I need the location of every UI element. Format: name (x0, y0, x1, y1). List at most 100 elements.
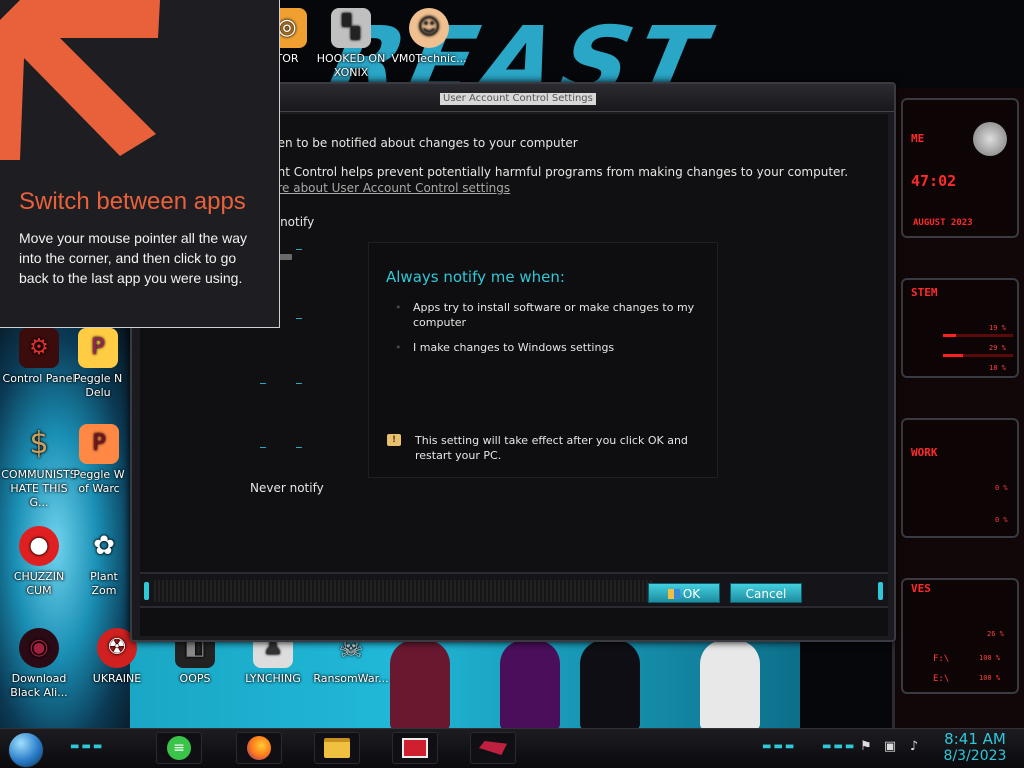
flag-icon[interactable]: ⚑ (858, 739, 874, 755)
chat-icon: ≡ (167, 736, 191, 760)
dialog-footer: OK Cancel (140, 572, 888, 608)
taskbar-news-app[interactable] (392, 732, 438, 764)
slider-tick (260, 447, 266, 448)
start-button[interactable] (8, 732, 44, 768)
game-icon: ▚ (331, 8, 371, 48)
uac-learn-more-link[interactable]: ore about User Account Control settings (270, 181, 510, 195)
cpu-value: 18 % (989, 364, 1006, 372)
ok-button[interactable]: OK (648, 583, 720, 603)
drive-value: 26 % (987, 630, 1004, 638)
desktop-icon-hooked-on-xonix[interactable]: ▚ HOOKED ON XONIX (312, 8, 390, 80)
network-label: WORK (911, 446, 938, 459)
drive-value: 100 % (979, 654, 1001, 662)
wallpaper-figure (700, 640, 760, 730)
money-bag-icon: $ (29, 426, 49, 461)
desktop-icon-label: Peggle W of Warc (73, 468, 125, 495)
desktop-icon-label: Plant Zom (90, 570, 118, 597)
desktop-icon-download-black-alien[interactable]: ◉ Download Black Ali... (0, 628, 78, 700)
clock-time[interactable]: 8:41 AM (935, 730, 1015, 748)
wallpaper-figure (580, 640, 640, 730)
network-icon[interactable]: ▣ (882, 739, 898, 755)
gadget-date: AUGUST 2023 (913, 218, 973, 228)
desktop-icon-label: CHUZZIN CUM (13, 570, 65, 597)
desktop-icon-label: OOPS (179, 672, 211, 685)
clock-date[interactable]: 8/3/2023 (935, 748, 1015, 764)
taskbar-decoration: ▬▬▬ (70, 741, 105, 752)
desktop-icon-communists[interactable]: $ COMMUNISTS HATE THIS G... (0, 424, 78, 510)
restart-info: ! This setting will take effect after yo… (387, 433, 707, 463)
alien-ship-icon (479, 741, 507, 755)
news-icon (402, 738, 428, 758)
cpu-bar (943, 334, 1013, 337)
notify-slider-track[interactable] (260, 249, 302, 464)
cpu-value: 19 % (989, 324, 1006, 332)
taskbar-decoration: ▬▬▬ (762, 741, 797, 752)
slider-tick (296, 447, 302, 448)
notify-title: Always notify me when: (386, 268, 565, 286)
wallpaper-figure (500, 640, 560, 730)
notify-slider-thumb[interactable] (278, 254, 292, 260)
peggle-icon: P (79, 424, 119, 464)
desktop-icon-label: COMMUNISTS HATE THIS G... (1, 468, 77, 509)
taskbar-decoration: ▬▬▬ (822, 741, 857, 752)
notify-item: Apps try to install software or make cha… (395, 300, 695, 330)
firefox-icon (247, 736, 271, 760)
info-icon: ! (387, 434, 401, 446)
wallpaper-figure (390, 640, 450, 730)
desktop-icon-label: HOOKED ON XONIX (316, 52, 386, 79)
desktop-icon-chuzzin[interactable]: ● CHUZZIN CUM (0, 526, 78, 598)
slider-tick (260, 383, 266, 384)
chuzzle-icon: ● (19, 526, 59, 566)
slider-tick (296, 249, 302, 250)
desktop-icon-label: Peggle N Delu (73, 372, 123, 399)
drives-panel: VES 26 % F:\ 100 % E:\ 100 % (901, 578, 1019, 694)
flower-icon: ✿ (93, 531, 115, 561)
gadget-time: 47:02 (911, 172, 957, 190)
taskbar-file-explorer[interactable] (314, 732, 360, 764)
drives-label: VES (911, 582, 931, 595)
desktop-icon-label: Download Black Ali... (10, 672, 68, 699)
control-panel-icon: ⚙ (19, 328, 59, 368)
taskbar-alien-app[interactable] (470, 732, 516, 764)
desktop-icon-plants-zombies[interactable]: ✿ Plant Zom (82, 526, 126, 598)
shield-icon (667, 589, 680, 599)
drive-name: E:\ (933, 674, 950, 684)
window-title: User Account Control Settings (440, 93, 596, 105)
folder-icon (324, 738, 350, 758)
desktop-icon-peggle-nights[interactable]: P Peggle N Delu (70, 328, 126, 400)
cancel-button[interactable]: Cancel (730, 583, 802, 603)
system-monitor-gadget: ME 47:02 AUGUST 2023 STEM 19 % 29 % 18 %… (892, 88, 1024, 728)
network-panel: WORK 0 % 0 % (901, 418, 1019, 538)
cpu-bar (943, 354, 1013, 357)
dialog-bottom-frame (140, 608, 888, 636)
volume-icon[interactable]: ♪ (906, 739, 922, 755)
footer-accent (144, 582, 149, 600)
tip-body: Move your mouse pointer all the way into… (19, 230, 247, 286)
slider-tick (296, 318, 302, 319)
network-value: 0 % (995, 516, 1008, 524)
desktop-icon-peggle-world[interactable]: P Peggle W of Warc (72, 424, 126, 496)
taskbar-chat-app[interactable]: ≡ (156, 732, 202, 764)
slider-tick (296, 383, 302, 384)
ok-label: OK (682, 587, 701, 601)
alien-logo-icon (973, 122, 1007, 156)
desktop-icon-label: RansomWar... (313, 672, 389, 685)
tip-title: Switch between apps (19, 188, 246, 215)
uac-description: unt Control helps prevent potentially ha… (270, 165, 849, 179)
corner-arrow-icon (0, 0, 160, 160)
desktop-icon-vm0technic[interactable]: ☺ VM0Technic... (390, 8, 468, 66)
network-value: 0 % (995, 484, 1008, 492)
system-panel: STEM 19 % 29 % 18 % (901, 278, 1019, 378)
uac-heading: hen to be notified about changes to your… (270, 136, 578, 150)
desktop-icon-control-panel[interactable]: ⚙ Control Panel (0, 328, 78, 386)
taskbar-firefox[interactable] (236, 732, 282, 764)
peggle-icon: P (78, 328, 118, 368)
cpu-value: 29 % (989, 344, 1006, 352)
desktop-icon-label: UKRAINE (92, 672, 142, 685)
alien-icon: ◉ (19, 628, 59, 668)
doctor-icon: ☺ (409, 8, 449, 48)
switch-apps-tip[interactable]: Switch between apps Move your mouse poin… (0, 0, 280, 328)
desktop-icon-label: VM0Technic... (391, 52, 467, 65)
footer-groove (154, 580, 654, 602)
slider-bottom-label: Never notify (250, 481, 324, 495)
